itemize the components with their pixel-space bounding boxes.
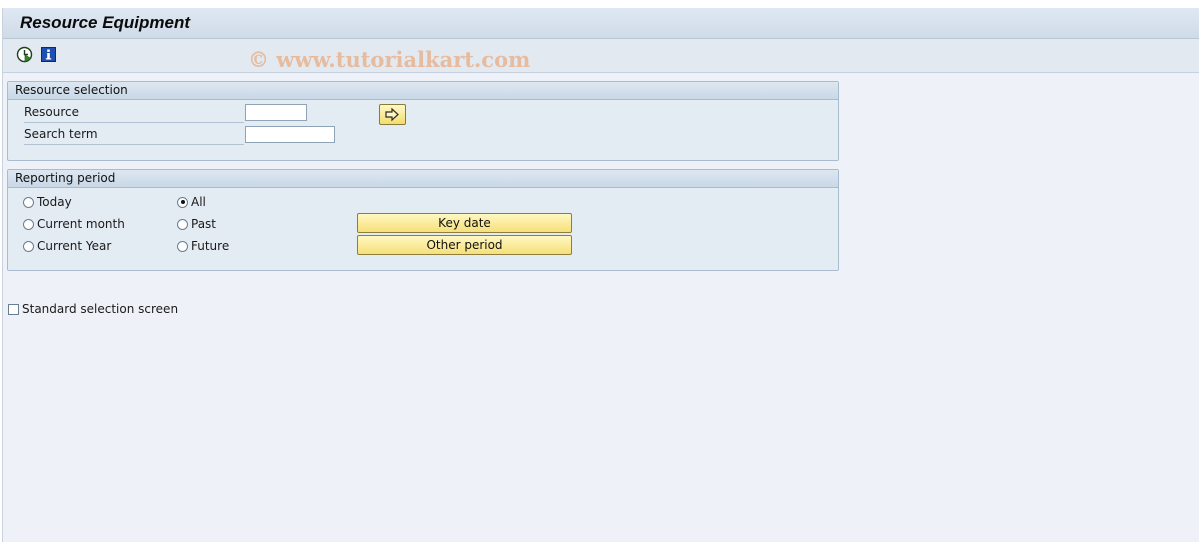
other-period-button[interactable]: Other period [357,235,572,255]
radio-button[interactable] [23,218,34,230]
radio-label: All [191,195,206,209]
execute-clock-icon[interactable] [16,46,33,63]
radio-button[interactable] [177,240,188,252]
standard-selection-checkbox[interactable] [8,303,19,315]
radio-label: Future [191,239,230,253]
search-term-label: Search term [24,125,244,145]
title-bar: Resource Equipment [3,8,1199,39]
sap-window: Resource Equipment © www.tutorialkart.co… [2,8,1199,542]
radio-button-selected[interactable] [177,196,188,208]
resource-label: Resource [24,103,244,123]
radio-today[interactable]: Today [23,193,72,211]
radio-button[interactable] [23,240,34,252]
arrow-right-icon [385,107,399,122]
radio-label: Past [191,217,217,231]
resource-selection-title: Resource selection [8,82,838,100]
reporting-period-title: Reporting period [8,170,838,188]
radio-label: Current Year [37,239,112,253]
radio-current-month[interactable]: Current month [23,215,125,233]
info-icon[interactable] [40,46,57,63]
radio-label: Today [37,195,72,209]
radio-future[interactable]: Future [177,237,229,255]
radio-past[interactable]: Past [177,215,216,233]
radio-button[interactable] [177,218,188,230]
radio-all[interactable]: All [177,193,206,211]
key-date-button[interactable]: Key date [357,213,572,233]
radio-current-year[interactable]: Current Year [23,237,111,255]
page-title: Resource Equipment [20,13,191,32]
search-term-input[interactable] [245,126,335,143]
standard-selection-label: Standard selection screen [22,302,179,316]
watermark: © www.tutorialkart.com [248,47,531,72]
radio-button[interactable] [23,196,34,208]
reporting-period-group: Reporting period Today Current month Cur… [7,169,839,271]
radio-label: Current month [37,217,125,231]
resource-arrow-button[interactable] [379,104,406,125]
application-toolbar [3,39,1199,73]
standard-selection-option[interactable]: Standard selection screen [8,302,178,316]
resource-input[interactable] [245,104,307,121]
resource-selection-group: Resource selection Resource Search term [7,81,839,161]
